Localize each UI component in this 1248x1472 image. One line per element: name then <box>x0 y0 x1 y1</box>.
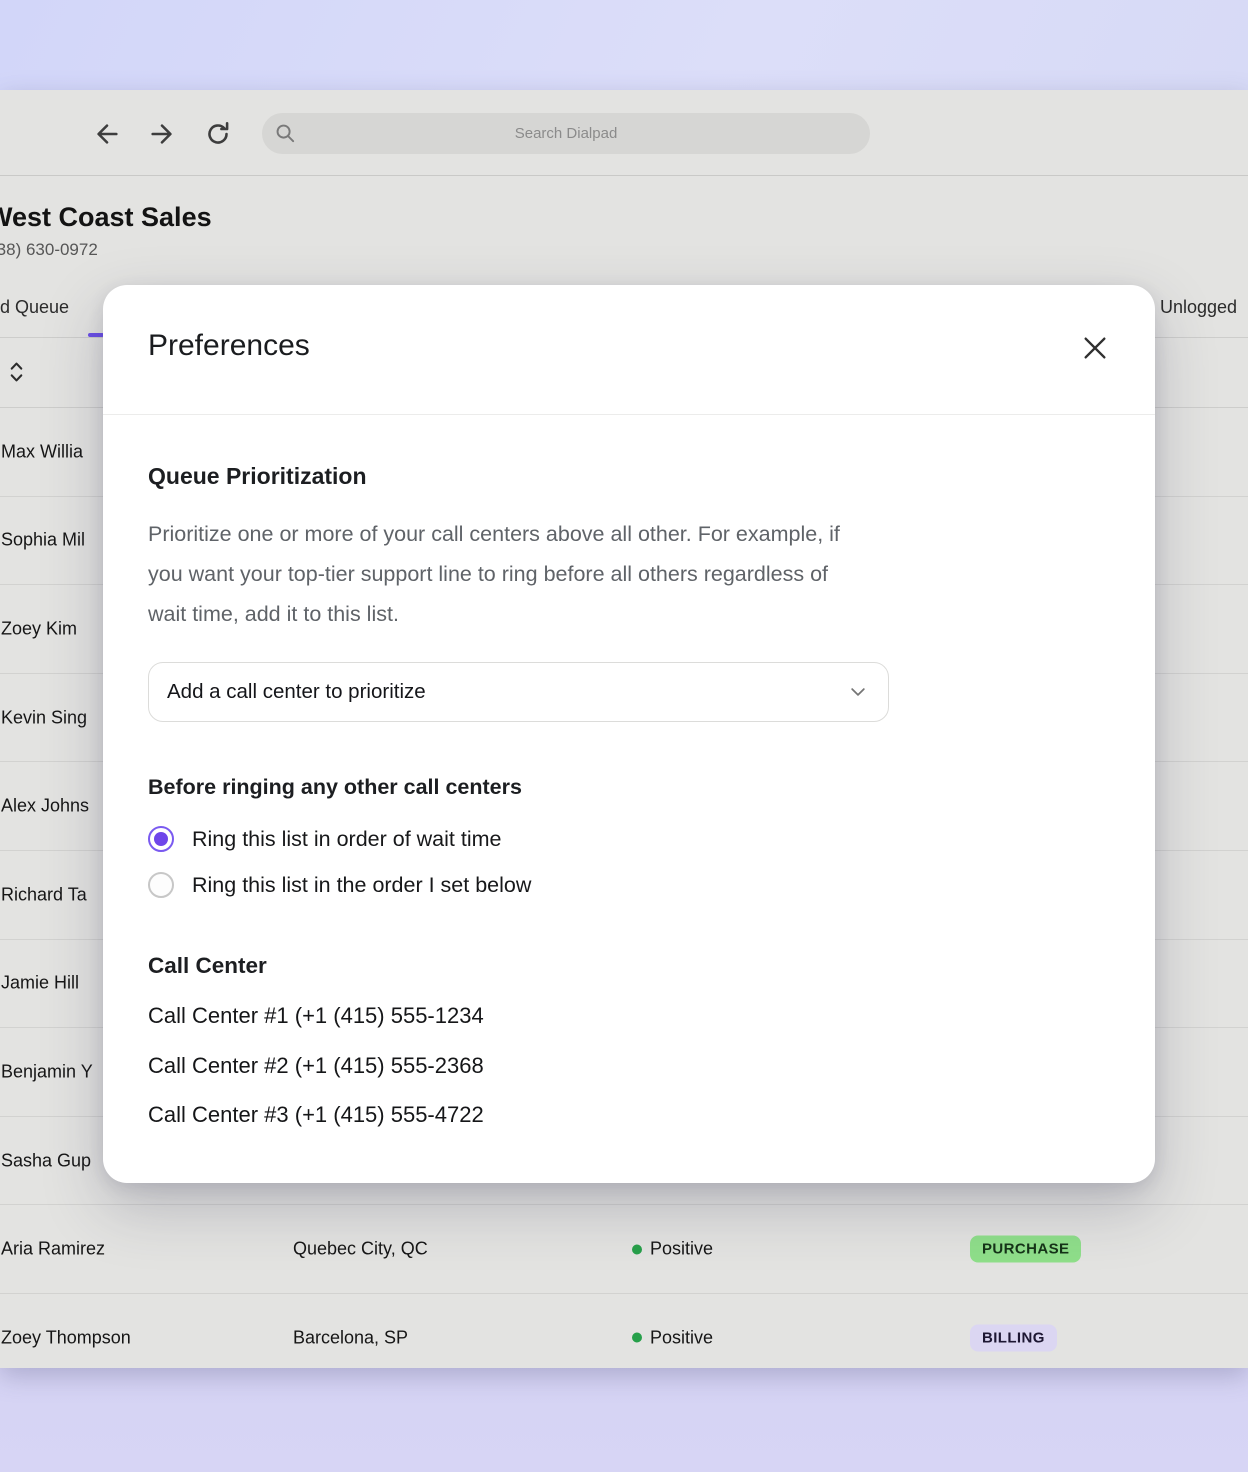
call-center-item: Call Center #1 (+1 (415) 555-1234 <box>148 1003 484 1029</box>
contact-name: Jamie Hill <box>1 973 79 994</box>
reload-icon[interactable] <box>204 120 232 148</box>
contact-name: Kevin Sing <box>1 707 87 728</box>
section-title: Queue Prioritization <box>148 463 367 490</box>
select-placeholder: Add a call center to prioritize <box>167 680 426 704</box>
back-icon[interactable] <box>93 120 121 148</box>
radio-label: Ring this list in the order I set below <box>192 873 531 898</box>
search-input[interactable] <box>302 113 830 154</box>
modal-header-divider <box>103 414 1155 415</box>
ring-order-heading: Before ringing any other call centers <box>148 775 522 800</box>
contact-location: Quebec City, QC <box>293 1239 428 1260</box>
radio-label: Ring this list in order of wait time <box>192 827 501 852</box>
call-center-list-heading: Call Center <box>148 953 267 979</box>
chevron-down-icon <box>848 682 868 702</box>
sentiment-label: Positive <box>650 1239 713 1260</box>
contact-name: Richard Ta <box>1 884 87 905</box>
contact-name: Zoey Thompson <box>1 1327 131 1348</box>
description-line: Prioritize one or more of your call cent… <box>148 514 1088 554</box>
contact-name: Zoey Kim <box>1 618 77 639</box>
page-phone-number: (38) 630-0972 <box>0 240 98 260</box>
top-desktop-band <box>0 0 1248 90</box>
positive-dot-icon <box>632 1333 642 1343</box>
positive-dot-icon <box>632 1244 642 1254</box>
call-center-select[interactable]: Add a call center to prioritize <box>148 662 889 722</box>
table-row[interactable]: Zoey Thompson Barcelona, SP Positive BIL… <box>0 1294 1248 1368</box>
description-line: wait time, add it to this list. <box>148 594 1088 634</box>
deal-tag: PURCHASE <box>970 1236 1081 1263</box>
tab-unlogged[interactable]: Unlogged <box>1160 297 1248 318</box>
contact-name: Alex Johns <box>1 796 89 817</box>
radio-option-wait-time[interactable]: Ring this list in order of wait time <box>148 825 501 853</box>
radio-unselected-icon[interactable] <box>148 872 174 898</box>
contact-name: Aria Ramirez <box>1 1239 105 1260</box>
browser-toolbar <box>0 90 1248 176</box>
call-center-item: Call Center #2 (+1 (415) 555-2368 <box>148 1053 484 1079</box>
sort-icon[interactable] <box>8 360 25 384</box>
call-center-item: Call Center #3 (+1 (415) 555-4722 <box>148 1102 484 1128</box>
close-icon[interactable] <box>1079 332 1111 364</box>
modal-title: Preferences <box>148 329 310 363</box>
forward-icon[interactable] <box>148 120 176 148</box>
search-icon <box>274 122 297 145</box>
description-line: you want your top-tier support line to r… <box>148 554 1088 594</box>
preferences-modal: Preferences Queue Prioritization Priorit… <box>103 285 1155 1183</box>
tab-queue[interactable]: d Queue <box>0 297 69 318</box>
page-title: West Coast Sales <box>0 202 212 233</box>
sentiment-label: Positive <box>650 1327 713 1348</box>
sentiment-cell: Positive <box>632 1327 713 1348</box>
contact-name: Max Willia <box>1 441 83 462</box>
contact-location: Barcelona, SP <box>293 1327 408 1348</box>
contact-name: Sophia Mil <box>1 530 85 551</box>
radio-selected-icon[interactable] <box>148 826 174 852</box>
sentiment-cell: Positive <box>632 1239 713 1260</box>
deal-tag: BILLING <box>970 1324 1057 1351</box>
section-description: Prioritize one or more of your call cent… <box>148 514 1088 634</box>
table-row[interactable]: Aria Ramirez Quebec City, QC Positive PU… <box>0 1205 1248 1294</box>
radio-option-order-set[interactable]: Ring this list in the order I set below <box>148 871 531 899</box>
contact-name: Sasha Gup <box>1 1150 91 1171</box>
contact-name: Benjamin Y <box>1 1061 93 1082</box>
browser-search-bar[interactable] <box>262 113 870 154</box>
